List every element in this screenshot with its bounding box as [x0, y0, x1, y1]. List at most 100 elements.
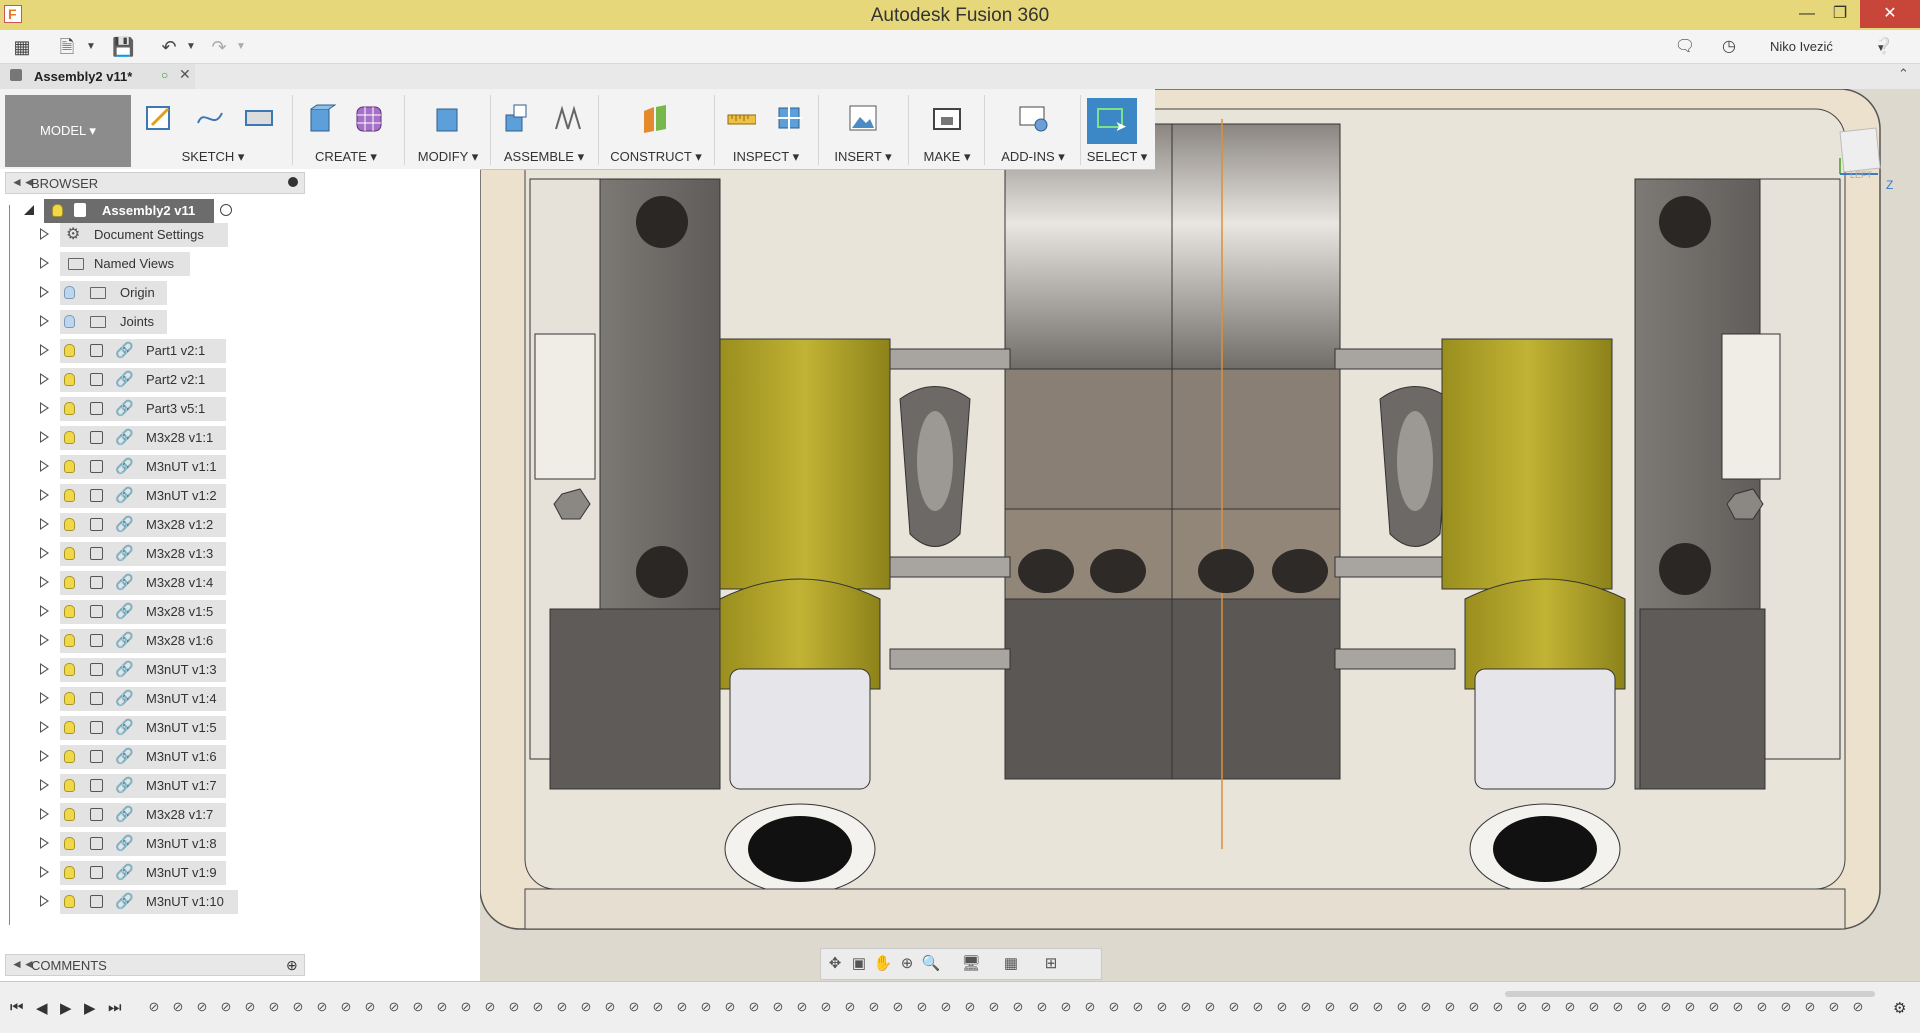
expand-triangle-icon[interactable]	[40, 692, 49, 704]
timeline-joint-icon[interactable]: ⊘	[313, 999, 331, 1015]
timeline-joint-icon[interactable]: ⊘	[1657, 999, 1675, 1015]
visibility-bulb-icon[interactable]	[64, 866, 75, 879]
timeline-joint-icon[interactable]: ⊘	[961, 999, 979, 1015]
viewports-icon[interactable]: ⊞	[1041, 954, 1061, 974]
tree-item-component[interactable]: 🔗 M3x28 v1:3	[8, 541, 468, 567]
timeline-joint-icon[interactable]: ⊘	[337, 999, 355, 1015]
timeline-joint-icon[interactable]: ⊘	[1441, 999, 1459, 1015]
orbit-icon[interactable]: ✥	[825, 954, 845, 974]
visibility-bulb-icon[interactable]	[64, 373, 75, 386]
visibility-bulb-icon[interactable]	[64, 315, 75, 328]
timeline-joint-icon[interactable]: ⊘	[385, 999, 403, 1015]
inspect-menu-label[interactable]: INSPECT ▾	[718, 149, 814, 165]
timeline-joint-icon[interactable]: ⊘	[1009, 999, 1027, 1015]
timeline-joint-icon[interactable]: ⊘	[577, 999, 595, 1015]
extrude-icon[interactable]	[306, 103, 336, 133]
inspect-group[interactable]: INSPECT ▾	[718, 89, 814, 169]
tree-item-component[interactable]: 🔗 M3x28 v1:6	[8, 628, 468, 654]
workspace-switcher-button[interactable]: MODEL ▾	[5, 95, 131, 167]
expand-triangle-icon[interactable]	[40, 663, 49, 675]
timeline-joint-icon[interactable]: ⊘	[1249, 999, 1267, 1015]
press-pull-icon[interactable]	[432, 103, 462, 133]
timeline-joint-icon[interactable]: ⊘	[817, 999, 835, 1015]
timeline-joint-icon[interactable]: ⊘	[913, 999, 931, 1015]
timeline-joint-icon[interactable]: ⊘	[169, 999, 187, 1015]
timeline-joint-icon[interactable]: ⊘	[1729, 999, 1747, 1015]
timeline-joint-icon[interactable]: ⊘	[1033, 999, 1051, 1015]
timeline-joint-icon[interactable]: ⊘	[1345, 999, 1363, 1015]
user-account-menu[interactable]: Niko Ivezić	[1770, 39, 1833, 54]
document-tab[interactable]: Assembly2 v11* ○ ✕	[0, 64, 195, 89]
view-cube[interactable]: LEFT Z	[1828, 118, 1893, 192]
tree-item-component[interactable]: 🔗 M3nUT v1:5	[8, 715, 468, 741]
expand-triangle-icon[interactable]	[40, 315, 49, 327]
expand-triangle-icon[interactable]	[40, 605, 49, 617]
timeline-joint-icon[interactable]: ⊘	[1609, 999, 1627, 1015]
select-tool-button[interactable]: ➤	[1087, 98, 1137, 144]
joint-icon[interactable]	[552, 103, 582, 133]
expand-triangle-icon[interactable]	[40, 228, 49, 240]
tree-item-component[interactable]: 🔗 Part3 v5:1	[8, 396, 468, 422]
timeline-joint-icon[interactable]: ⊘	[1297, 999, 1315, 1015]
timeline-joint-icon[interactable]: ⊘	[1417, 999, 1435, 1015]
add-ins-group[interactable]: ADD-INS ▾	[988, 89, 1078, 169]
3d-print-icon[interactable]	[932, 103, 962, 133]
timeline-joint-icon[interactable]: ⊘	[433, 999, 451, 1015]
modify-group[interactable]: MODIFY ▾	[408, 89, 488, 169]
timeline-joint-icon[interactable]: ⊘	[1225, 999, 1243, 1015]
timeline-joint-icon[interactable]: ⊘	[529, 999, 547, 1015]
tree-item-joints[interactable]: Joints	[8, 309, 468, 335]
insert-menu-label[interactable]: INSERT ▾	[822, 149, 904, 165]
look-at-icon[interactable]: ▣	[849, 954, 869, 974]
expand-triangle-icon[interactable]	[40, 344, 49, 356]
expand-triangle-icon[interactable]	[40, 257, 49, 269]
timeline-joint-icon[interactable]: ⊘	[625, 999, 643, 1015]
expand-triangle-icon[interactable]	[40, 779, 49, 791]
expand-triangle-icon[interactable]	[40, 547, 49, 559]
pin-icon[interactable]	[288, 177, 298, 187]
visibility-bulb-icon[interactable]	[64, 402, 75, 415]
measure-icon[interactable]	[726, 103, 756, 133]
fit-icon[interactable]: 🔍	[921, 954, 941, 974]
timeline-joint-icon[interactable]: ⊘	[1273, 999, 1291, 1015]
tree-item-component[interactable]: 🔗 M3nUT v1:8	[8, 831, 468, 857]
stop-sketch-icon[interactable]	[244, 103, 274, 133]
insert-group[interactable]: INSERT ▾	[822, 89, 904, 169]
visibility-bulb-icon[interactable]	[64, 431, 75, 444]
expand-triangle-icon[interactable]	[40, 373, 49, 385]
add-ins-menu-label[interactable]: ADD-INS ▾	[988, 149, 1078, 165]
select-menu-label[interactable]: SELECT ▾	[1082, 149, 1152, 165]
timeline-joint-icon[interactable]: ⊘	[1753, 999, 1771, 1015]
timeline-joint-icon[interactable]: ⊘	[721, 999, 739, 1015]
assemble-menu-label[interactable]: ASSEMBLE ▾	[494, 149, 594, 165]
pan-hand-icon[interactable]: ✋	[873, 954, 893, 974]
timeline-joint-icon[interactable]: ⊘	[697, 999, 715, 1015]
timeline-joint-icon[interactable]: ⊘	[193, 999, 211, 1015]
create-sketch-icon[interactable]	[144, 103, 174, 133]
sketch-group[interactable]: SKETCH ▾	[138, 89, 288, 169]
modify-menu-label[interactable]: MODIFY ▾	[408, 149, 488, 165]
timeline-joint-icon[interactable]: ⊘	[1201, 999, 1219, 1015]
timeline-joint-icon[interactable]: ⊘	[985, 999, 1003, 1015]
timeline-joint-icon[interactable]: ⊘	[793, 999, 811, 1015]
timeline-joint-icon[interactable]: ⊘	[1849, 999, 1867, 1015]
expand-triangle-icon[interactable]	[40, 837, 49, 849]
timeline-joint-icon[interactable]: ⊘	[505, 999, 523, 1015]
timeline-joint-icon[interactable]: ⊘	[937, 999, 955, 1015]
file-menu-icon[interactable]: 🗎	[56, 36, 78, 58]
tree-item-component[interactable]: 🔗 M3nUT v1:2	[8, 483, 468, 509]
comment-icon[interactable]: 🗨	[1674, 36, 1696, 58]
chevron-down-icon[interactable]: ▼	[180, 36, 202, 58]
timeline-joint-icon[interactable]: ⊘	[865, 999, 883, 1015]
expand-triangle-icon[interactable]	[40, 402, 49, 414]
timeline-joint-icon[interactable]: ⊘	[1057, 999, 1075, 1015]
timeline-joint-icon[interactable]: ⊘	[889, 999, 907, 1015]
visibility-bulb-icon[interactable]	[64, 837, 75, 850]
expand-triangle-icon[interactable]	[40, 576, 49, 588]
tree-item-component[interactable]: 🔗 M3x28 v1:2	[8, 512, 468, 538]
expand-triangle-icon[interactable]	[40, 750, 49, 762]
tree-item-component[interactable]: 🔗 M3x28 v1:1	[8, 425, 468, 451]
timeline-joint-icon[interactable]: ⊘	[601, 999, 619, 1015]
visibility-bulb-icon[interactable]	[64, 692, 75, 705]
visibility-bulb-icon[interactable]	[64, 779, 75, 792]
